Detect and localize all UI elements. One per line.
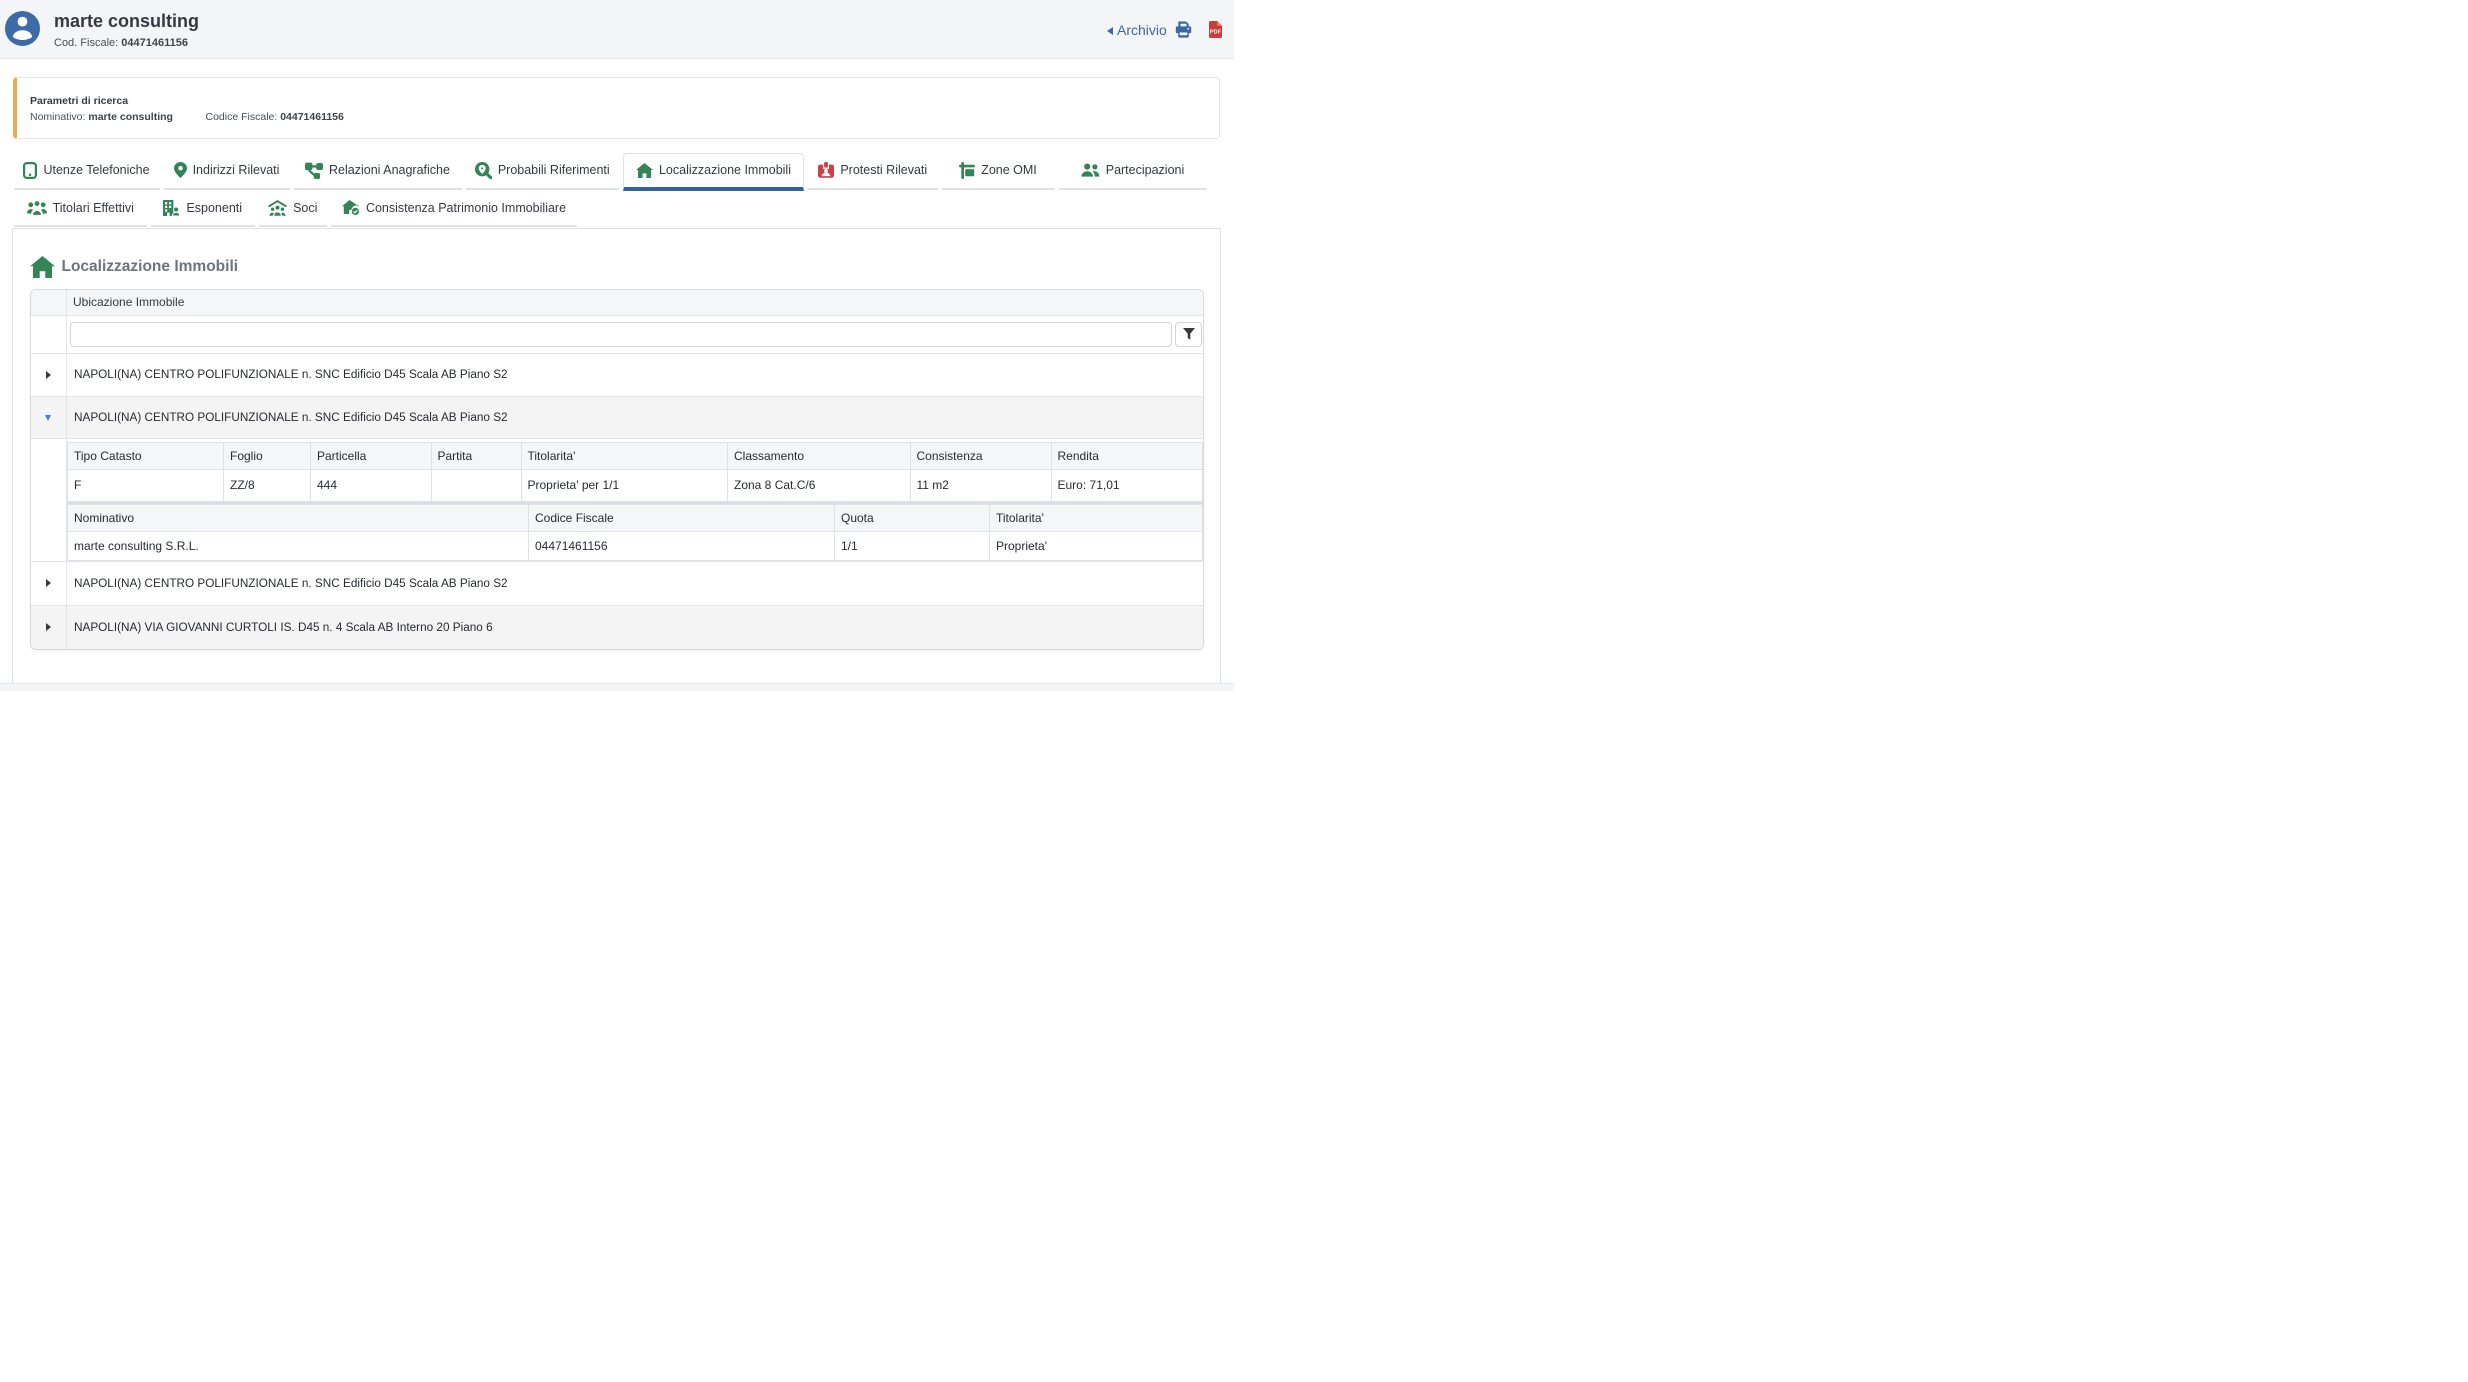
- svg-text:PDF: PDF: [1209, 30, 1221, 36]
